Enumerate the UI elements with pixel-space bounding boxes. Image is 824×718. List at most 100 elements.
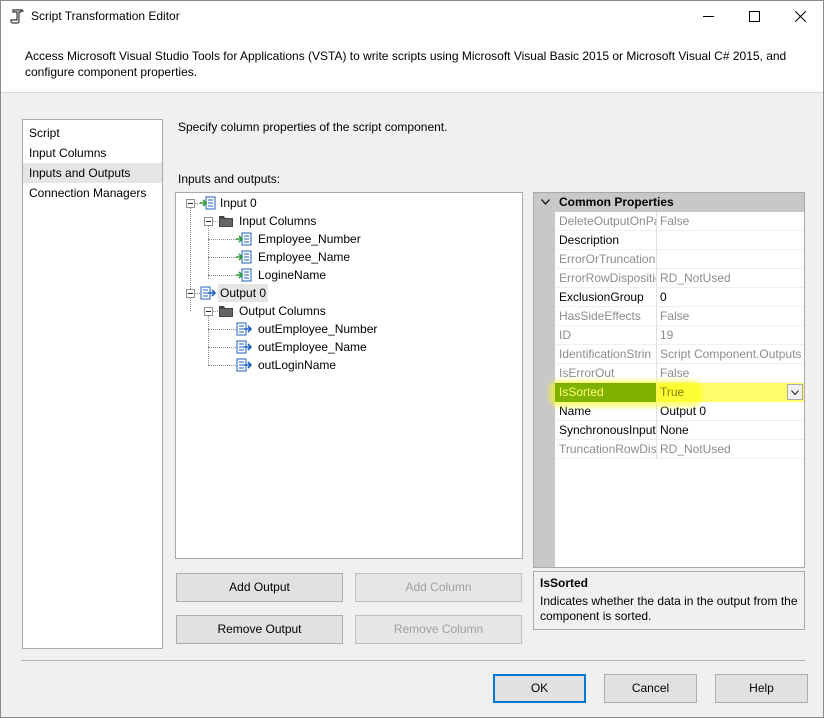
property-name: IsErrorOut [555,364,657,383]
property-row[interactable]: HasSideEffects False [555,307,804,326]
property-name: HasSideEffects [555,307,657,326]
nav-item-script[interactable]: Script [23,123,162,143]
add-column-button[interactable]: Add Column [355,573,522,602]
cancel-button[interactable]: Cancel [604,674,697,703]
output-column-icon [236,340,252,354]
tree-connector [208,329,236,330]
help-description: Indicates whether the data in the output… [540,594,798,623]
property-value[interactable]: 0 [657,288,804,307]
tree-node-label: Employee_Number [258,232,361,246]
property-name: DeleteOutputOnPa [555,212,657,231]
property-value: False [660,214,690,228]
property-row[interactable]: ExclusionGroup 0 [555,288,804,307]
inputs-outputs-tree[interactable]: Input 0 Input Columns Employee_Number Em… [175,192,523,559]
input-column-icon [236,268,252,282]
close-button[interactable] [777,1,823,31]
property-name: IdentificationStrin [555,345,657,364]
property-row-issorted[interactable]: IsSorted True [555,383,804,402]
property-name: ID [555,326,657,345]
property-row[interactable]: Description [555,231,804,250]
property-name: IsSorted [555,383,657,402]
property-value[interactable]: True [657,383,804,402]
property-row[interactable]: ID 19 [555,326,804,345]
property-row[interactable]: ErrorRowDispositic RD_NotUsed [555,269,804,288]
nav-item-connection-managers[interactable]: Connection Managers [23,183,162,203]
tree-connector [208,239,236,240]
remove-column-button[interactable]: Remove Column [355,615,522,644]
property-name: ErrorOrTruncation [555,250,657,269]
tree-node-label: outLoginName [258,358,337,372]
property-name: Description [555,231,657,250]
collapse-input-columns-toggle[interactable] [204,217,213,226]
minimize-icon [702,15,714,17]
property-value[interactable] [657,231,804,250]
minimize-button[interactable] [685,1,731,31]
maximize-button[interactable] [731,1,777,31]
ok-button[interactable]: OK [493,674,586,703]
tree-node-label: outEmployee_Number [258,322,378,336]
collapse-output-0-toggle[interactable] [186,289,195,298]
property-value[interactable]: None [657,421,804,440]
property-row[interactable]: ErrorOrTruncation [555,250,804,269]
property-value: False [660,366,690,380]
description-banner: Access Microsoft Visual Studio Tools for… [1,31,823,93]
tree-node-label: LogineName [258,268,327,282]
close-icon [794,10,806,22]
maximize-icon [748,10,760,22]
property-row[interactable]: Name Output 0 [555,402,804,421]
inputs-outputs-label: Inputs and outputs: [178,172,281,186]
script-transformation-editor-window: Script Transformation Editor Access Micr… [0,0,824,718]
tree-connector [208,225,209,279]
tree-connector [208,365,236,366]
chevron-down-icon [541,199,550,205]
folder-icon [219,306,233,317]
folder-icon [219,216,233,227]
property-category-header[interactable]: Common Properties [534,193,804,212]
output-column-icon [236,322,252,336]
tree-connector [190,297,191,311]
tree-connector [208,257,236,258]
property-grid-gutter [534,193,555,567]
tree-connector [208,347,236,348]
property-row[interactable]: TruncationRowDis RD_NotUsed [555,440,804,459]
help-button[interactable]: Help [715,674,808,703]
tree-connector [190,207,191,297]
property-name: SynchronousInput [555,421,657,440]
property-value[interactable]: Output 0 [657,402,804,421]
tree-node-label: Input 0 [220,196,257,210]
collapse-output-columns-toggle[interactable] [204,307,213,316]
property-row[interactable]: IdentificationStrin Script Component.Out… [555,345,804,364]
property-value: Script Component.Outputs [660,347,802,361]
property-help-box: IsSorted Indicates whether the data in t… [533,571,805,630]
property-row[interactable]: SynchronousInput None [555,421,804,440]
property-row[interactable]: DeleteOutputOnPa False [555,212,804,231]
property-value: RD_NotUsed [660,442,731,456]
collapse-input-0-toggle[interactable] [186,199,195,208]
property-grid[interactable]: Common Properties DeleteOutputOnPa False… [533,192,805,568]
tree-node-label: outEmployee_Name [258,340,367,354]
help-title: IsSorted [540,576,589,590]
property-name: Name [555,402,657,421]
chevron-down-icon [791,390,799,395]
input-column-icon [236,232,252,246]
tree-node-label: Input Columns [239,214,317,228]
property-value: 19 [660,328,674,342]
property-name: ErrorRowDispositic [555,269,657,288]
property-row[interactable]: IsErrorOut False [555,364,804,383]
nav-item-input-columns[interactable]: Input Columns [23,143,162,163]
property-value [657,250,804,269]
property-name: TruncationRowDis [555,440,657,459]
issorted-dropdown-button[interactable] [787,384,803,400]
output-column-icon [236,358,252,372]
output-icon [200,286,216,300]
tree-node-label: Output Columns [239,304,326,318]
property-category-label: Common Properties [559,195,674,209]
input-icon [200,196,216,210]
tree-connector [208,275,236,276]
tree-node-label: Output 0 [218,284,269,302]
remove-output-button[interactable]: Remove Output [176,615,343,644]
property-value: False [660,309,690,323]
nav-item-inputs-and-outputs[interactable]: Inputs and Outputs [23,163,162,183]
script-icon [10,9,24,24]
add-output-button[interactable]: Add Output [176,573,343,602]
